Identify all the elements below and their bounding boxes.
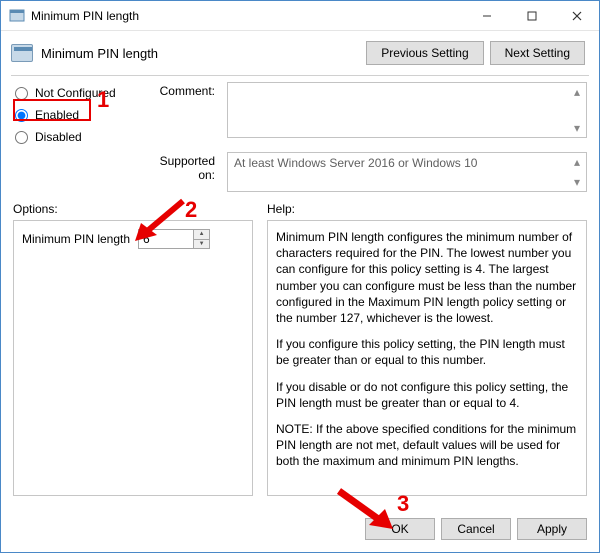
policy-title: Minimum PIN length <box>41 46 358 61</box>
scroll-down-icon[interactable]: ▾ <box>570 175 584 189</box>
options-pane: Minimum PIN length ▲ ▼ <box>13 220 253 496</box>
maximize-button[interactable] <box>509 1 554 30</box>
apply-button[interactable]: Apply <box>517 518 587 540</box>
min-pin-input[interactable] <box>139 230 193 248</box>
spinner-up-button[interactable]: ▲ <box>194 230 209 240</box>
scroll-down-icon[interactable]: ▾ <box>570 121 584 135</box>
help-pane: Minimum PIN length configures the minimu… <box>267 220 587 496</box>
minimize-button[interactable] <box>464 1 509 30</box>
state-radio-group: Not Configured Enabled Disabled <box>13 82 129 148</box>
comment-label: Comment: <box>141 82 215 148</box>
dialog-footer: OK Cancel Apply <box>1 508 599 552</box>
window-title: Minimum PIN length <box>31 9 464 23</box>
radio-disabled-label: Disabled <box>35 130 82 144</box>
radio-enabled-label: Enabled <box>35 108 79 122</box>
radio-not-configured-input[interactable] <box>15 87 28 100</box>
sub-header: Minimum PIN length Previous Setting Next… <box>1 31 599 75</box>
next-setting-button[interactable]: Next Setting <box>490 41 585 65</box>
radio-not-configured[interactable]: Not Configured <box>13 82 129 104</box>
radio-disabled-input[interactable] <box>15 131 28 144</box>
help-paragraph: If you configure this policy setting, th… <box>276 336 578 368</box>
close-button[interactable] <box>554 1 599 30</box>
ok-button[interactable]: OK <box>365 518 435 540</box>
radio-enabled[interactable]: Enabled <box>13 104 129 126</box>
scroll-up-icon[interactable]: ▴ <box>570 155 584 169</box>
help-paragraph: If you disable or do not configure this … <box>276 379 578 411</box>
previous-setting-button[interactable]: Previous Setting <box>366 41 483 65</box>
supported-text: At least Windows Server 2016 or Windows … <box>227 152 587 192</box>
options-label: Options: <box>13 202 253 216</box>
min-pin-spinner[interactable]: ▲ ▼ <box>138 229 210 249</box>
radio-not-configured-label: Not Configured <box>35 86 116 100</box>
help-paragraph: NOTE: If the above specified conditions … <box>276 421 578 470</box>
cancel-button[interactable]: Cancel <box>441 518 511 540</box>
policy-icon <box>11 44 33 62</box>
scroll-up-icon[interactable]: ▴ <box>570 85 584 99</box>
help-label: Help: <box>267 202 587 216</box>
app-icon <box>9 8 25 24</box>
option-min-pin-label: Minimum PIN length <box>22 232 130 246</box>
radio-disabled[interactable]: Disabled <box>13 126 129 148</box>
spinner-down-button[interactable]: ▼ <box>194 240 209 249</box>
supported-label: Supported on: <box>141 152 215 182</box>
help-paragraph: Minimum PIN length configures the minimu… <box>276 229 578 326</box>
titlebar: Minimum PIN length <box>1 1 599 31</box>
comment-textarea[interactable]: ▴ ▾ <box>227 82 587 138</box>
supported-value: At least Windows Server 2016 or Windows … <box>234 156 477 170</box>
radio-enabled-input[interactable] <box>15 109 28 122</box>
